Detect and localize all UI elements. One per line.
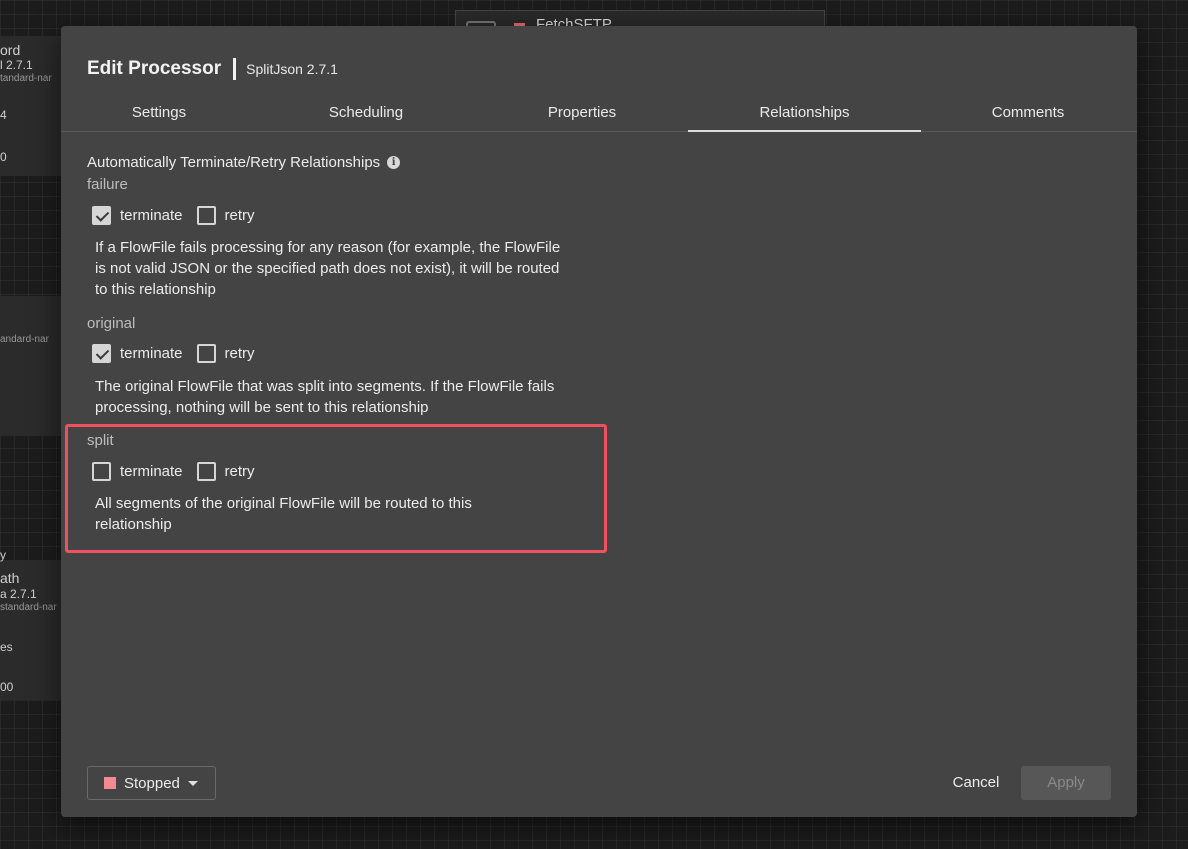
apply-button[interactable]: Apply xyxy=(1021,766,1111,800)
retry-label: retry xyxy=(224,207,255,224)
dialog-title: Edit Processor xyxy=(87,58,222,79)
processor-bundle: standard-nar xyxy=(0,602,57,613)
stopped-status-icon xyxy=(104,777,116,789)
highlight-box-split-relationship xyxy=(65,424,607,553)
processor-stat-in: 4 xyxy=(0,108,7,122)
tab-comments[interactable]: Comments xyxy=(929,98,1127,132)
tab-relationships[interactable]: Relationships xyxy=(688,98,921,132)
processor-version: a 2.7.1 xyxy=(0,587,37,601)
edit-processor-dialog: Edit Processor SplitJson 2.7.1 Settings … xyxy=(61,26,1137,817)
terminate-label: terminate xyxy=(120,207,183,224)
processor-name: ord xyxy=(0,42,21,58)
background-processor-1[interactable]: ord l 2.7.1 tandard-nar 4 0 xyxy=(0,36,62,176)
dialog-header: Edit Processor SplitJson 2.7.1 xyxy=(87,58,338,80)
caret-down-icon xyxy=(187,780,198,786)
run-status-dropdown[interactable]: Stopped xyxy=(87,766,216,800)
relationship-description-failure: If a FlowFile fails processing for any r… xyxy=(95,239,561,298)
background-processor-2[interactable]: andard-nar xyxy=(0,296,62,436)
tab-properties[interactable]: Properties xyxy=(481,98,683,132)
relationship-options-failure: terminate retry xyxy=(92,206,269,225)
background-label: y xyxy=(0,548,6,562)
processor-bundle: andard-nar xyxy=(0,334,49,345)
section-heading: Automatically Terminate/Retry Relationsh… xyxy=(87,154,401,171)
cancel-button[interactable]: Cancel xyxy=(937,766,1015,800)
dialog-subtitle: SplitJson 2.7.1 xyxy=(246,61,338,77)
tab-settings[interactable]: Settings xyxy=(61,98,257,132)
tab-bar: Settings Scheduling Properties Relations… xyxy=(61,98,1137,132)
terminate-checkbox[interactable] xyxy=(92,206,111,225)
processor-bundle: tandard-nar xyxy=(0,73,52,84)
info-icon[interactable]: i xyxy=(387,156,401,169)
terminate-label: terminate xyxy=(120,345,183,362)
title-separator xyxy=(233,58,237,80)
tab-scheduling[interactable]: Scheduling xyxy=(267,98,465,132)
status-label: Stopped xyxy=(124,774,180,792)
processor-version: l 2.7.1 xyxy=(0,58,33,72)
relationship-description-original: The original FlowFile that was split int… xyxy=(95,378,555,416)
retry-checkbox[interactable] xyxy=(196,344,216,363)
processor-name: ath xyxy=(0,570,20,586)
processor-stat-out: 0 xyxy=(0,150,7,164)
section-heading-text: Automatically Terminate/Retry Relationsh… xyxy=(87,154,381,171)
relationship-name-failure: failure xyxy=(87,176,128,193)
relationship-options-original: terminate retry xyxy=(92,344,269,363)
retry-label: retry xyxy=(224,345,255,362)
background-processor-3[interactable]: ath a 2.7.1 standard-nar es 00 xyxy=(0,560,62,700)
retry-checkbox[interactable] xyxy=(196,206,216,225)
processor-stat-out: 00 xyxy=(0,680,14,694)
terminate-checkbox[interactable] xyxy=(92,344,111,363)
processor-stat-in: es xyxy=(0,640,13,654)
relationship-name-original: original xyxy=(87,315,136,332)
